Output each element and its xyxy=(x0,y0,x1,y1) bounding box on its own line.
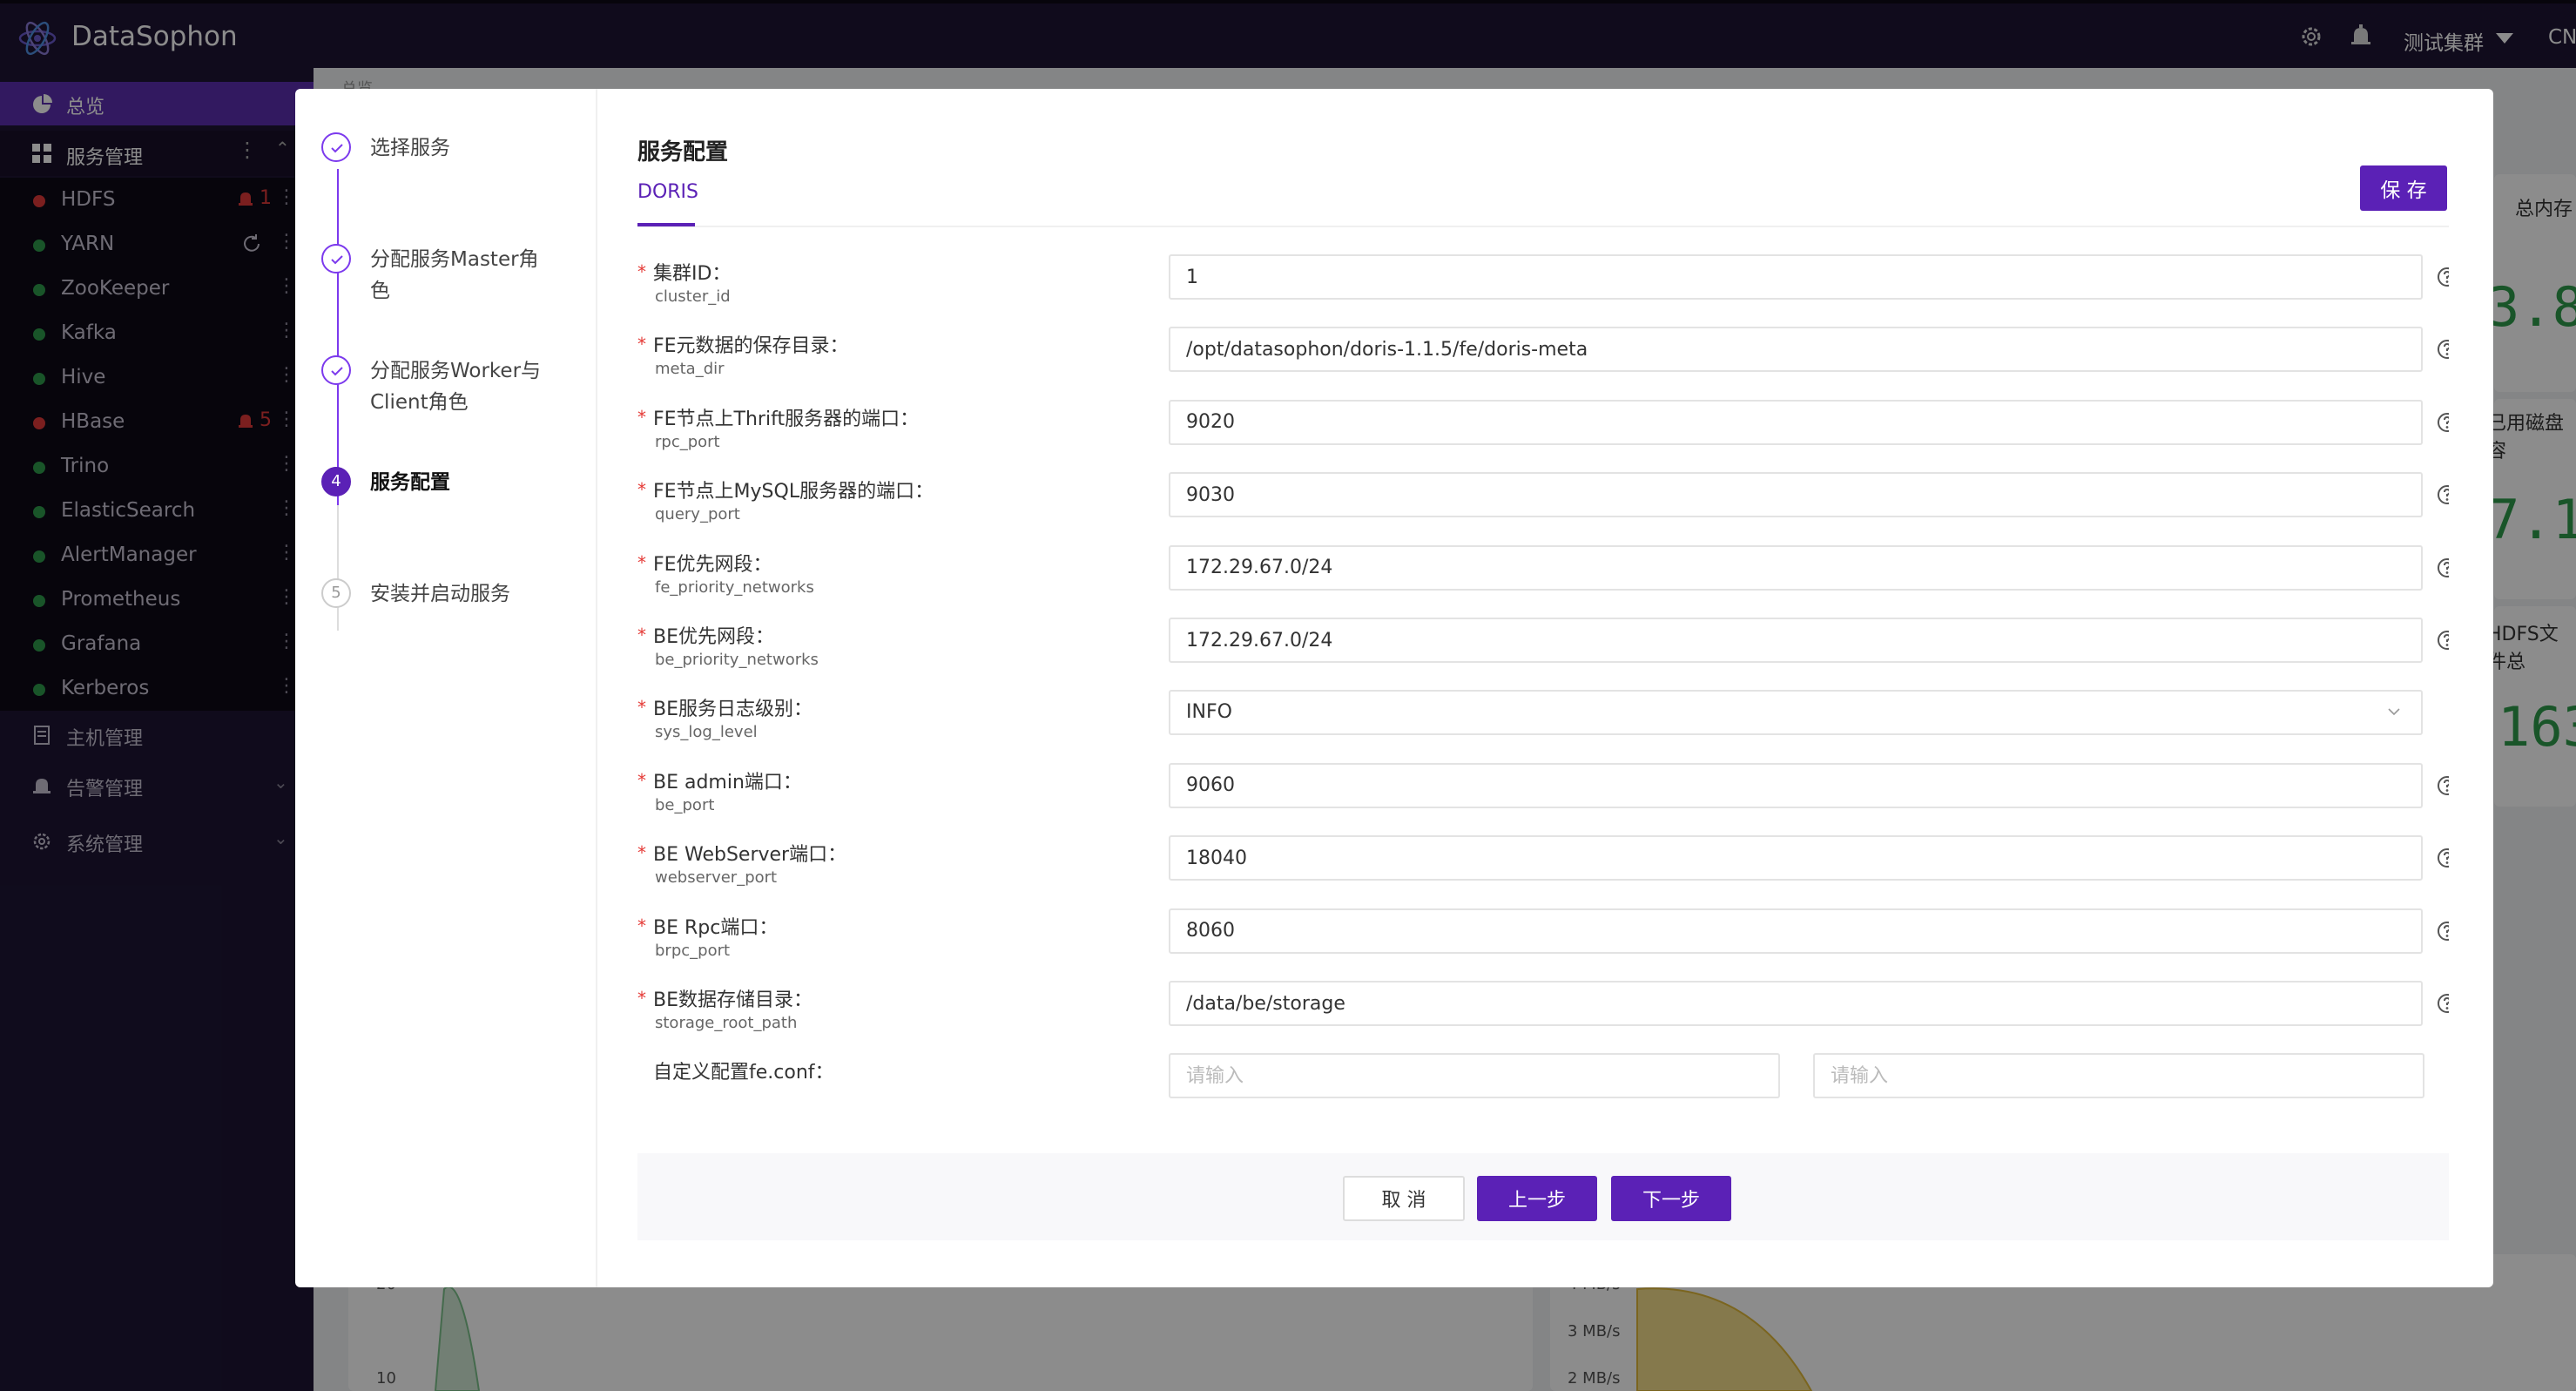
field-key: query_port xyxy=(655,505,740,524)
field-label: BE优先网段： xyxy=(653,626,774,648)
field-label: FE元数据的保存目录： xyxy=(653,335,849,358)
help-circle-icon[interactable] xyxy=(2437,267,2449,287)
required-asterisk: * xyxy=(637,697,646,719)
field-label: BE admin端口： xyxy=(653,771,802,793)
required-asterisk: * xyxy=(637,479,646,501)
step-title: 分配服务Master角色 xyxy=(370,248,539,302)
required-asterisk: * xyxy=(637,769,646,791)
form-row-be-port: * BE admin端口： be_port xyxy=(637,762,2449,836)
step-connector xyxy=(337,394,339,516)
be-priority-networks-input[interactable] xyxy=(1169,618,2423,663)
brpc-port-input[interactable] xyxy=(1169,908,2423,954)
wizard-content: 服务配置 DORIS 保 存 * 集群ID： cluster_id * FE元数据的保存… xyxy=(637,89,2449,1287)
be-port-input[interactable] xyxy=(1169,762,2423,808)
field-label: BE数据存储目录： xyxy=(653,989,813,1011)
field-label: BE WebServer端口： xyxy=(653,844,847,867)
help-circle-icon[interactable] xyxy=(2437,484,2449,505)
page-title: 服务配置 xyxy=(637,139,729,165)
sys-log-level-select[interactable]: INFO xyxy=(1169,690,2423,736)
install-service-wizard-modal: 选择服务 分配服务Master角色 分配服务Worker与Client角色 4 … xyxy=(295,89,2493,1287)
step-check-icon xyxy=(321,244,351,273)
step-check-icon xyxy=(321,355,351,385)
step-title: 服务配置 xyxy=(370,471,450,494)
wizard-steps: 选择服务 分配服务Master角色 分配服务Worker与Client角色 4 … xyxy=(295,89,597,1287)
help-circle-icon[interactable] xyxy=(2437,557,2449,578)
help-circle-icon[interactable] xyxy=(2437,412,2449,433)
active-tab-indicator xyxy=(637,223,695,226)
save-button[interactable]: 保 存 xyxy=(2360,165,2447,211)
required-asterisk: * xyxy=(637,988,646,1009)
tab-divider xyxy=(637,226,2449,227)
storage-root-path-input[interactable] xyxy=(1169,981,2423,1026)
field-key: brpc_port xyxy=(655,941,731,960)
form-row-cluster-id: * 集群ID： cluster_id xyxy=(637,254,2449,327)
fe-priority-networks-input[interactable] xyxy=(1169,544,2423,591)
cluster-id-input[interactable] xyxy=(1169,254,2423,300)
form-row-meta-dir: * FE元数据的保存目录： meta_dir xyxy=(637,327,2449,400)
field-key: be_port xyxy=(655,795,715,814)
form-row-sys-log-level: * BE服务日志级别： sys_log_level INFO xyxy=(637,690,2449,763)
form-row-be-priority-networks: * BE优先网段： be_priority_networks xyxy=(637,618,2449,691)
field-label: FE节点上MySQL服务器的端口： xyxy=(653,481,934,503)
required-asterisk: * xyxy=(637,551,646,573)
rpc-port-input[interactable] xyxy=(1169,399,2423,445)
required-asterisk: * xyxy=(637,334,646,355)
previous-step-button[interactable]: 上一步 xyxy=(1477,1176,1597,1221)
meta-dir-input[interactable] xyxy=(1169,327,2423,373)
help-circle-icon[interactable] xyxy=(2437,847,2449,868)
field-key: be_priority_networks xyxy=(655,651,819,669)
field-label: BE Rpc端口： xyxy=(653,916,779,939)
field-key: sys_log_level xyxy=(655,723,758,742)
step-title: 选择服务 xyxy=(370,137,450,159)
required-asterisk: * xyxy=(637,406,646,428)
step-connector xyxy=(337,505,339,631)
step-number: 5 xyxy=(321,578,351,608)
query-port-input[interactable] xyxy=(1169,472,2423,518)
field-key: cluster_id xyxy=(655,287,731,306)
form-row-brpc-port: * BE Rpc端口： brpc_port xyxy=(637,908,2449,982)
wizard-footer: 取 消 上一步 下一步 xyxy=(637,1153,2449,1240)
step-title: 分配服务Worker与Client角色 xyxy=(370,360,542,414)
config-form[interactable]: * 集群ID： cluster_id * FE元数据的保存目录： meta_dir * FE节… xyxy=(637,254,2449,1178)
help-circle-icon[interactable] xyxy=(2437,993,2449,1014)
tab-doris[interactable]: DORIS xyxy=(637,181,698,203)
field-label: FE优先网段： xyxy=(653,553,772,576)
field-key: storage_root_path xyxy=(655,1014,798,1032)
required-asterisk: * xyxy=(637,842,646,864)
help-circle-icon[interactable] xyxy=(2437,775,2449,796)
field-key: fe_priority_networks xyxy=(655,577,814,597)
field-key: webserver_port xyxy=(655,868,778,888)
field-label: FE节点上Thrift服务器的端口： xyxy=(653,408,920,430)
help-circle-icon[interactable] xyxy=(2437,921,2449,942)
required-asterisk: * xyxy=(637,625,646,645)
help-circle-icon[interactable] xyxy=(2437,339,2449,360)
field-key: meta_dir xyxy=(655,360,725,379)
step-check-icon xyxy=(321,132,351,162)
form-row-fe-priority-networks: * FE优先网段： fe_priority_networks xyxy=(637,544,2449,618)
step-title: 安装并启动服务 xyxy=(370,583,510,605)
form-row-rpc-port: * FE节点上Thrift服务器的端口： rpc_port xyxy=(637,399,2449,473)
field-key: rpc_port xyxy=(655,432,720,451)
field-label: 自定义配置fe.conf： xyxy=(653,1062,834,1084)
form-row-query-port: * FE节点上MySQL服务器的端口： query_port xyxy=(637,472,2449,545)
help-circle-icon[interactable] xyxy=(2437,630,2449,651)
next-step-button[interactable]: 下一步 xyxy=(1611,1176,1731,1221)
custom-config-key-input[interactable] xyxy=(1169,1053,1780,1099)
webserver-port-input[interactable] xyxy=(1169,835,2423,881)
chevron-down-icon[interactable] xyxy=(2388,706,2400,718)
custom-config-value-input[interactable] xyxy=(1813,1053,2424,1099)
field-label: 集群ID： xyxy=(653,263,732,285)
step-connector xyxy=(337,282,339,404)
required-asterisk: * xyxy=(637,261,646,282)
cancel-button[interactable]: 取 消 xyxy=(1343,1176,1465,1221)
form-row-webserver-port: * BE WebServer端口： webserver_port xyxy=(637,835,2449,908)
form-row-storage-root-path: * BE数据存储目录： storage_root_path xyxy=(637,981,2449,1054)
field-label: BE服务日志级别： xyxy=(653,699,813,721)
step-number: 4 xyxy=(321,467,351,496)
form-row-custom-fe-conf: 自定义配置fe.conf： xyxy=(637,1053,2449,1126)
required-asterisk: * xyxy=(637,915,646,936)
